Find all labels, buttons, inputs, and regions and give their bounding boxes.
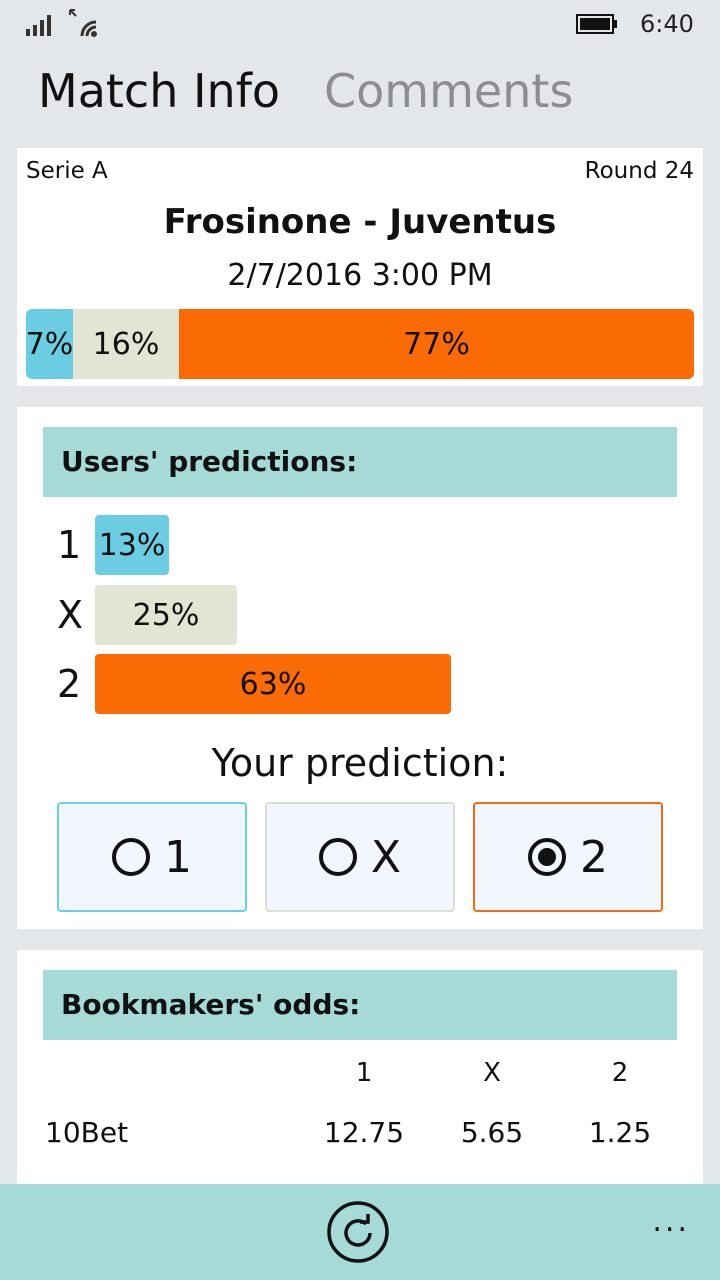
prediction-option-x[interactable]: X [265, 802, 455, 912]
more-options-button[interactable]: ... [652, 1204, 690, 1239]
option-label: 2 [580, 831, 608, 883]
probability-bar: 7% 16% 77% [26, 309, 694, 379]
odds-value-2: 1.25 [588, 1116, 652, 1149]
probability-home: 7% [26, 309, 73, 379]
match-teams: Frosinone - Juventus [163, 202, 557, 242]
option-label: 1 [164, 831, 192, 883]
prediction-label: 2 [57, 662, 82, 706]
match-date: 2/7/2016 3:00 PM [227, 258, 493, 293]
prediction-label: 1 [57, 523, 82, 567]
clock: 6:40 [640, 10, 694, 38]
radio-checked-icon[interactable] [528, 838, 566, 876]
predictions-card: Users' predictions: 1 13% X 25% 2 63% Yo… [17, 407, 703, 929]
odds-card: Bookmakers' odds: 1 X 2 10Bet 12.75 5.65… [17, 950, 703, 1210]
tab-match-info[interactable]: Match Info [38, 64, 280, 118]
tab-comments[interactable]: Comments [324, 64, 573, 118]
league-label: Serie A [26, 158, 108, 184]
battery-icon [576, 14, 617, 34]
bookmaker-name: 10Bet [45, 1116, 129, 1149]
prediction-option-1[interactable]: 1 [57, 802, 247, 912]
refresh-icon[interactable] [326, 1200, 390, 1264]
app-bar: ... [0, 1184, 720, 1280]
option-label: X [370, 831, 402, 883]
wifi-icon [69, 9, 97, 37]
signal-strength-icon [26, 15, 51, 36]
match-card: Serie A Round 24 Frosinone - Juventus 2/… [17, 148, 703, 386]
prediction-option-2[interactable]: 2 [473, 802, 663, 912]
odds-value-x: 5.65 [460, 1116, 524, 1149]
round-label: Round 24 [584, 158, 694, 184]
probability-draw: 16% [73, 309, 179, 379]
users-predictions-header: Users' predictions: [43, 427, 677, 497]
radio-unchecked-icon[interactable] [318, 838, 357, 876]
status-bar: 6:40 [0, 0, 720, 48]
prediction-bar-1: 13% [95, 515, 169, 575]
prediction-bar-x: 25% [95, 585, 237, 645]
prediction-row-2: 2 63% [57, 654, 451, 714]
your-prediction-title: Your prediction: [211, 741, 509, 785]
prediction-bar-2: 63% [95, 654, 451, 714]
radio-unchecked-icon[interactable] [112, 838, 150, 876]
prediction-label: X [57, 593, 84, 637]
prediction-row-1: 1 13% [57, 515, 169, 575]
odds-column-2: 2 [611, 1058, 629, 1088]
probability-away: 77% [179, 309, 694, 379]
odds-column-x: X [483, 1058, 501, 1088]
odds-column-1: 1 [355, 1058, 373, 1088]
odds-value-1: 12.75 [323, 1116, 405, 1149]
pivot-header: Match Info Comments [38, 64, 617, 118]
prediction-row-x: X 25% [57, 585, 237, 645]
bookmakers-odds-header: Bookmakers' odds: [43, 970, 677, 1040]
